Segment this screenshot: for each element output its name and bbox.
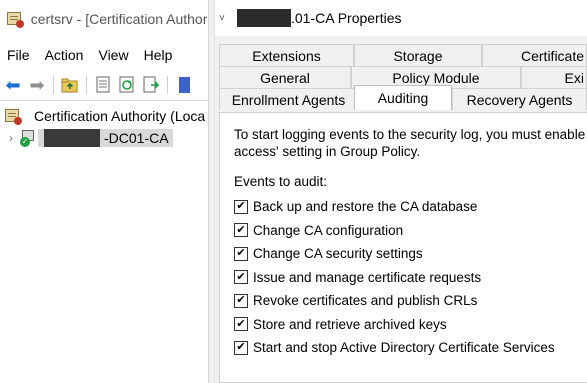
audit-event-issue-manage[interactable]: ✔ Issue and manage certificate requests [234,266,555,290]
checkbox-label: Start and stop Active Directory Certific… [253,340,555,356]
checkbox-issue-manage[interactable]: ✔ [234,270,248,285]
menu-help[interactable]: Help [137,47,181,63]
tree-root-label: Certification Authority (Loca [34,108,206,124]
tab-exit-module[interactable]: Exi [521,66,587,88]
redaction-block [44,129,100,147]
tree-node-label: -DC01-CA [100,129,173,147]
tree-node-ca-server[interactable]: › ✓ -DC01-CA [4,128,173,148]
audit-event-start-stop[interactable]: ✔ Start and stop Active Directory Certif… [234,336,555,360]
auditing-panel: To start logging events to the security … [219,112,587,383]
checkbox-change-config[interactable]: ✔ [234,223,248,238]
intro-line-1: To start logging events to the security … [234,127,587,142]
tab-recovery-agents[interactable]: Recovery Agents [452,88,587,110]
redaction-block [237,9,291,27]
checkbox-archived-keys[interactable]: ✔ [234,317,248,332]
audit-event-backup-restore[interactable]: ✔ Back up and restore the CA database [234,195,555,219]
auditing-intro-text: To start logging events to the security … [234,126,587,160]
toolbar-separator [53,76,54,94]
back-arrow-icon[interactable]: ⬅ [3,75,23,95]
checkbox-backup-restore[interactable]: ✔ [234,199,248,214]
help-icon[interactable] [174,75,194,95]
dialog-titlebar: ˅ .01-CA Properties [215,0,587,36]
chevron-right-icon[interactable]: › [4,131,18,145]
checkbox-start-stop[interactable]: ✔ [234,340,248,355]
toolbar-divider [0,100,208,101]
certsrv-window: certsrv - [Certification Authori File Ac… [0,0,208,383]
audit-event-change-security[interactable]: ✔ Change CA security settings [234,242,555,266]
up-folder-icon[interactable] [60,75,80,95]
dialog-title: .01-CA Properties [291,10,402,26]
audit-event-revoke-publish[interactable]: ✔ Revoke certificates and publish CRLs [234,289,555,313]
tree-node-selection: -DC01-CA [38,129,173,147]
window-title: certsrv - [Certification Authori [30,11,208,27]
refresh-icon[interactable] [117,75,137,95]
intro-line-2: access' setting in Group Policy. [234,144,421,159]
menu-action[interactable]: Action [38,47,92,63]
checkbox-label: Back up and restore the CA database [253,199,478,215]
ca-properties-dialog: ˅ .01-CA Properties Extensions Storage C… [215,0,587,383]
checkbox-revoke-publish[interactable]: ✔ [234,293,248,308]
checkbox-label: Revoke certificates and publish CRLs [253,293,478,309]
ca-server-icon: ✓ [20,129,38,147]
tab-certificate-managers[interactable]: Certificate M [482,44,587,66]
tab-storage[interactable]: Storage [354,44,482,66]
export-list-icon[interactable] [141,75,161,95]
audit-event-change-config[interactable]: ✔ Change CA configuration [234,219,555,243]
checkbox-label: Issue and manage certificate requests [253,269,482,285]
tree-root-certification-authority[interactable]: Certification Authority (Loca [4,106,205,126]
forward-arrow-icon[interactable]: ➡ [27,75,47,95]
tab-general[interactable]: General [219,66,351,88]
checkbox-label: Change CA security settings [253,246,423,262]
tab-strip: Extensions Storage Certificate M General… [215,44,587,114]
tab-auditing[interactable]: Auditing [354,85,452,110]
tab-extensions[interactable]: Extensions [219,44,354,66]
certsrv-titlebar: certsrv - [Certification Authori [0,0,208,38]
window-divider [208,0,215,383]
toolbar-separator [86,76,87,94]
certificate-app-icon [4,107,22,125]
toolbar-separator [167,76,168,94]
audit-events-list: ✔ Back up and restore the CA database ✔ … [234,195,555,360]
menu-bar: File Action View Help [0,44,208,66]
events-to-audit-label: Events to audit: [234,174,328,189]
checkbox-change-security[interactable]: ✔ [234,246,248,261]
menu-view[interactable]: View [91,47,136,63]
properties-icon[interactable] [93,75,113,95]
checkbox-label: Change CA configuration [253,222,404,238]
tab-enrollment-agents[interactable]: Enrollment Agents [219,88,358,110]
certificate-app-icon [6,10,24,28]
menu-file[interactable]: File [0,47,38,63]
toolbar: ⬅ ➡ [0,72,208,98]
chevron-down-icon[interactable]: ˅ [219,13,231,24]
checkbox-label: Store and retrieve archived keys [253,316,447,332]
audit-event-archived-keys[interactable]: ✔ Store and retrieve archived keys [234,313,555,337]
